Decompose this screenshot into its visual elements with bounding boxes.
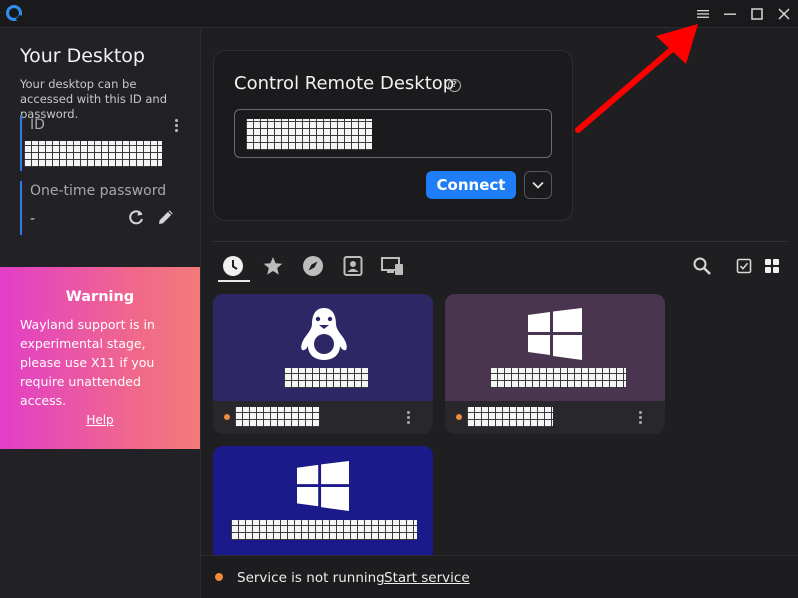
peer-more-options-icon[interactable] [405, 411, 411, 425]
connect-options-dropdown[interactable] [524, 171, 552, 199]
tab-discovered[interactable] [301, 254, 325, 278]
tab-recent-sessions[interactable] [221, 254, 245, 278]
peer-more-options-icon[interactable] [637, 411, 643, 425]
password-label: One-time password [30, 183, 167, 199]
peer-card-preview[interactable] [213, 446, 433, 555]
minimize-icon[interactable] [719, 4, 741, 24]
peer-hostname-redacted [490, 368, 626, 388]
hamburger-menu-icon[interactable] [692, 4, 714, 24]
help-icon[interactable]: ? [448, 79, 461, 92]
warning-title: Warning [65, 289, 135, 305]
grid-view-icon [765, 259, 779, 273]
refresh-password-icon[interactable] [126, 207, 146, 227]
address-book-icon [343, 256, 363, 276]
peer-id-redacted [467, 407, 553, 427]
id-label: ID [30, 117, 45, 133]
warning-text: Wayland support is in experimental stage… [20, 317, 155, 408]
compass-icon [303, 256, 323, 276]
app-logo-icon [6, 5, 22, 21]
password-value: - [30, 211, 36, 227]
start-service-link[interactable]: Start service [384, 570, 470, 586]
peer-hostname-redacted [231, 520, 417, 540]
peer-id-redacted [235, 407, 319, 427]
peer-card-footer [445, 401, 665, 434]
service-status-dot [215, 573, 223, 581]
wayland-warning-panel: Warning Wayland support is in experiment… [0, 267, 200, 449]
id-more-options-icon[interactable] [172, 119, 180, 135]
your-desktop-title: Your Desktop [20, 45, 145, 67]
active-tab-indicator [218, 280, 250, 282]
checkbox-icon [736, 258, 752, 274]
chevron-down-icon [532, 181, 544, 189]
tab-favorites[interactable] [261, 254, 285, 278]
remote-id-value-redacted [246, 119, 372, 150]
windows-logo-icon [297, 460, 349, 512]
grid-view-button[interactable] [760, 254, 784, 278]
close-icon[interactable] [773, 4, 795, 24]
warning-help-link[interactable]: Help [0, 413, 200, 427]
peer-card-preview[interactable] [213, 294, 433, 401]
left-panel: Your Desktop Your desktop can be accesse… [0, 29, 201, 598]
status-bar: Service is not running Start service [201, 555, 798, 598]
search-icon [693, 257, 711, 275]
search-peers-button[interactable] [690, 254, 714, 278]
lan-devices-icon [381, 257, 403, 275]
control-remote-desktop-card: Control Remote Desktop ? Connect [213, 50, 573, 221]
peer-card-footer [213, 401, 433, 434]
linux-tux-icon [301, 308, 347, 360]
peer-card-preview[interactable] [445, 294, 665, 401]
service-status-text: Service is not running [237, 570, 385, 586]
peer-hostname-redacted [284, 368, 368, 388]
peer-card[interactable] [213, 446, 433, 555]
annotation-arrow-icon [575, 24, 698, 133]
peer-card[interactable] [445, 294, 665, 434]
star-icon [263, 257, 283, 275]
maximize-icon[interactable] [746, 4, 768, 24]
tab-address-book[interactable] [341, 254, 365, 278]
windows-logo-icon [528, 308, 582, 360]
status-dot-offline [456, 414, 462, 420]
section-divider [213, 241, 787, 242]
status-dot-offline [224, 414, 230, 420]
password-section: One-time password - [20, 181, 180, 235]
id-section: ID [20, 115, 180, 171]
peer-card[interactable] [213, 294, 433, 434]
tab-lan-devices[interactable] [381, 254, 405, 278]
select-peers-button[interactable] [732, 254, 756, 278]
remote-id-input[interactable] [234, 109, 552, 158]
edit-password-icon[interactable] [156, 207, 176, 227]
title-bar [0, 0, 798, 28]
control-remote-desktop-title: Control Remote Desktop [234, 73, 455, 94]
clock-icon [223, 256, 243, 276]
connect-button[interactable]: Connect [426, 171, 516, 199]
id-value-redacted[interactable] [24, 141, 162, 167]
